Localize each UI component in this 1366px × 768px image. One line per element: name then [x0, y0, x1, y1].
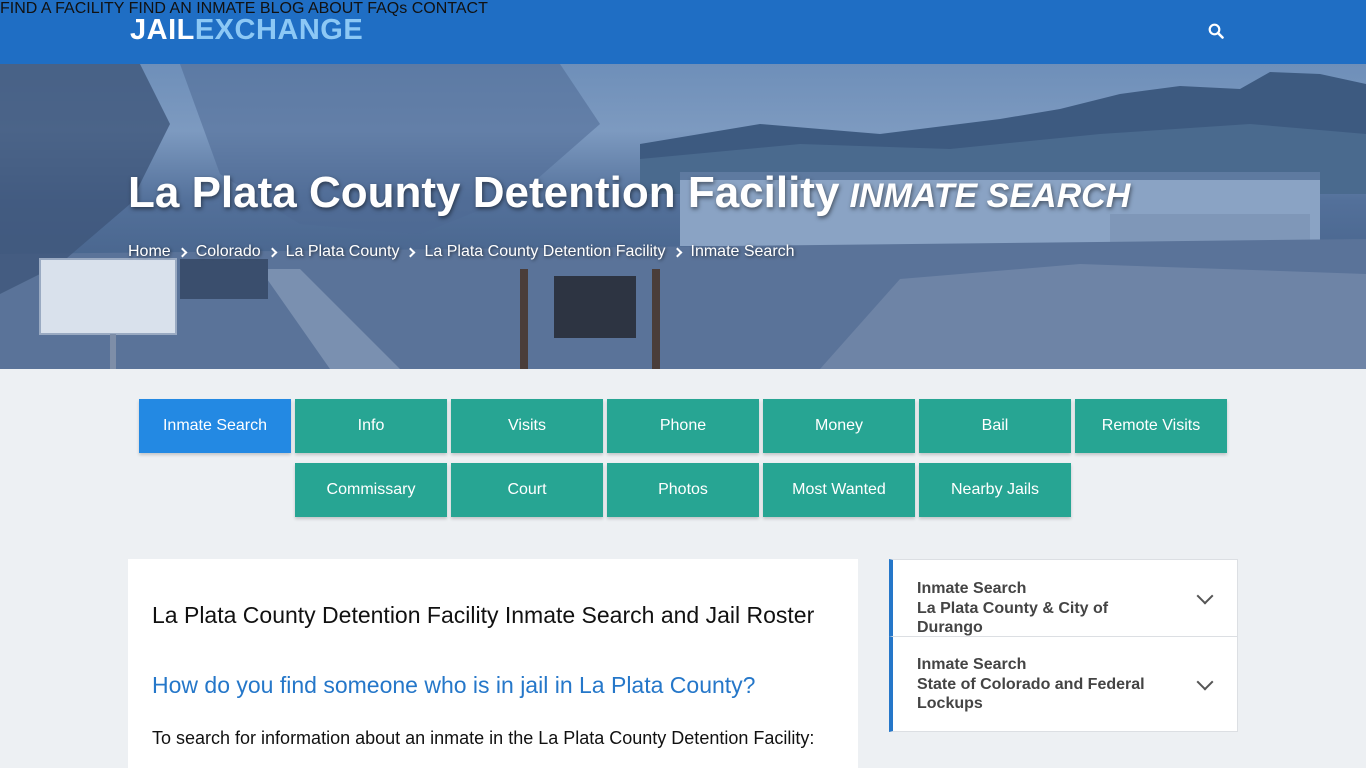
tab-phone[interactable]: Phone	[607, 399, 759, 453]
logo-exchange-text: EXCHANGE	[194, 14, 364, 46]
tab-bail[interactable]: Bail	[919, 399, 1071, 453]
nav-faqs[interactable]: FAQs	[367, 0, 407, 17]
tab-remote-visits[interactable]: Remote Visits	[1075, 399, 1227, 453]
content-intro: To search for information about an inmat…	[152, 728, 815, 748]
chevron-down-icon[interactable]	[1196, 587, 1214, 605]
tab-money[interactable]: Money	[763, 399, 915, 453]
tab-inmate-search[interactable]: Inmate Search	[139, 399, 291, 453]
page-title: La Plata County Detention Facility INMATE…	[128, 168, 1130, 218]
site-logo[interactable]: JAILEXCHANGE	[130, 14, 363, 47]
hero-banner: La Plata County Detention Facility INMATE…	[0, 64, 1366, 369]
tab-commissary[interactable]: Commissary	[295, 463, 447, 517]
chevron-down-icon[interactable]	[1196, 673, 1214, 691]
tab-info[interactable]: Info	[295, 399, 447, 453]
page-subtitle: INMATE SEARCH	[849, 177, 1131, 215]
nav-find-facility[interactable]: FIND A FACILITY	[0, 0, 124, 17]
chevron-right-icon	[406, 247, 416, 257]
chevron-right-icon	[672, 247, 682, 257]
main-content-card: La Plata County Detention Facility Inmat…	[128, 559, 858, 768]
search-icon[interactable]	[1208, 23, 1224, 39]
chevron-right-icon	[267, 247, 278, 257]
breadcrumb-county[interactable]: La Plata County	[286, 243, 400, 261]
content-question: How do you find someone who is in jail i…	[152, 672, 756, 698]
breadcrumb-state[interactable]: Colorado	[196, 243, 261, 261]
logo-jail-text: JAIL	[130, 14, 195, 46]
sidebar-accordion-county[interactable]: Inmate Search La Plata County & City of …	[889, 559, 1238, 637]
content-heading: La Plata County Detention Facility Inmat…	[152, 602, 815, 628]
sidebar-accordion-state[interactable]: Inmate Search State of Colorado and Fede…	[889, 636, 1238, 732]
facility-title: La Plata County Detention Facility	[128, 168, 840, 217]
breadcrumb-facility[interactable]: La Plata County Detention Facility	[424, 243, 665, 261]
sidebar-item-title: Inmate Search	[917, 656, 1027, 673]
breadcrumb-current: Inmate Search	[690, 243, 795, 260]
nav-contact[interactable]: CONTACT	[412, 0, 488, 17]
sidebar-item-subtitle: La Plata County & City of Durango	[917, 600, 1109, 636]
tab-visits[interactable]: Visits	[451, 399, 603, 453]
tab-photos[interactable]: Photos	[607, 463, 759, 517]
sidebar-item-subtitle: State of Colorado and Federal Lockups	[917, 676, 1145, 712]
tab-court[interactable]: Court	[451, 463, 603, 517]
tab-nearby-jails[interactable]: Nearby Jails	[919, 463, 1071, 517]
chevron-right-icon	[177, 247, 188, 257]
sidebar-item-title: Inmate Search	[917, 580, 1027, 597]
top-navbar: JAILEXCHANGE FIND A FACILITY FIND AN INM…	[0, 0, 1366, 64]
breadcrumb: Home Colorado La Plata County La Plata C…	[128, 243, 795, 261]
breadcrumb-home[interactable]: Home	[128, 243, 171, 261]
tab-most-wanted[interactable]: Most Wanted	[763, 463, 915, 517]
